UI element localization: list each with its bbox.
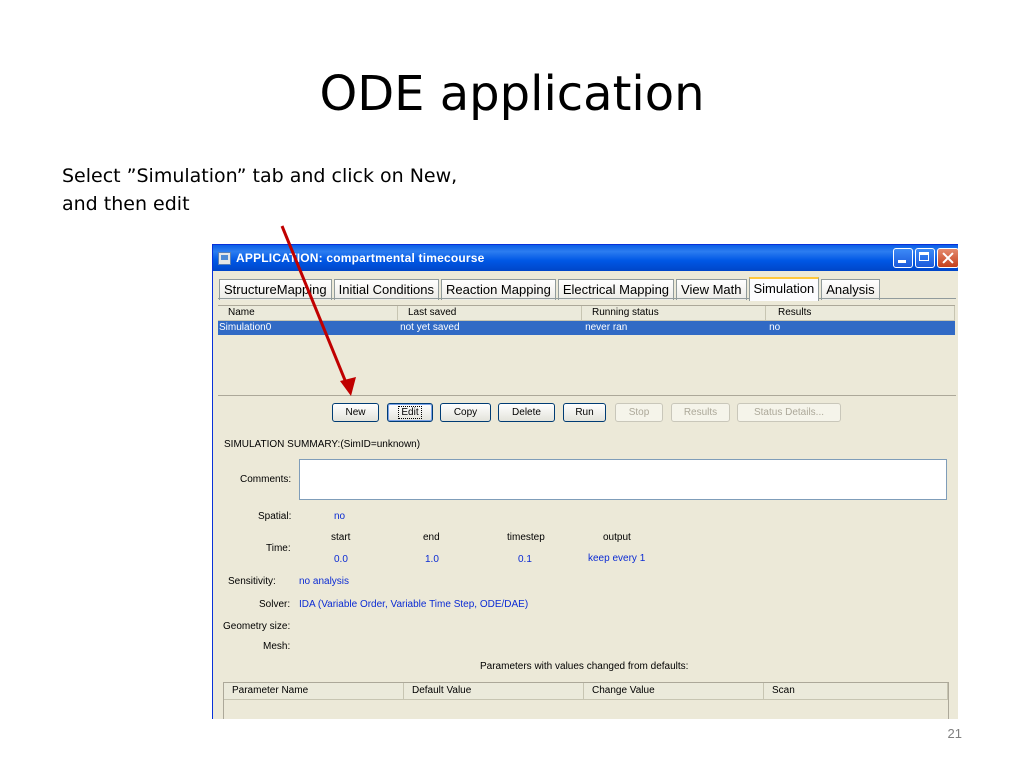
slide-instruction: Select ”Simulation” tab and click on New… [62, 162, 542, 218]
table-row[interactable]: Simulation0 not yet saved never ran no [218, 321, 955, 335]
time-header-end: end [423, 532, 440, 543]
time-header-output: output [603, 532, 631, 543]
instruction-line-2: and then edit [62, 193, 190, 215]
status-details-button[interactable]: Status Details... [737, 403, 841, 422]
tab-reaction-mapping[interactable]: Reaction Mapping [441, 279, 556, 300]
time-label: Time: [266, 543, 291, 554]
comments-field[interactable] [299, 459, 947, 500]
tab-view-math[interactable]: View Math [676, 279, 747, 300]
results-button[interactable]: Results [671, 403, 730, 422]
simulation-summary-heading: SIMULATION SUMMARY:(SimID=unknown) [224, 439, 421, 450]
application-window: APPLICATION: compartmental timecourse St… [212, 244, 958, 719]
stop-button[interactable]: Stop [615, 403, 663, 422]
app-window-icon[interactable] [218, 251, 231, 265]
col-header-running-status[interactable]: Running status [582, 306, 766, 320]
instruction-line-1: Select ”Simulation” tab and click on New… [62, 165, 458, 187]
edit-button[interactable]: Edit [387, 403, 433, 422]
spatial-label: Spatial: [258, 511, 292, 522]
delete-button[interactable]: Delete [498, 403, 555, 422]
sensitivity-value: no analysis [299, 576, 350, 587]
edit-button-label: Edit [398, 406, 422, 419]
time-end-value: 1.0 [425, 554, 439, 565]
tab-structure-mapping[interactable]: StructureMapping [219, 279, 332, 300]
cell-name: Simulation0 [219, 322, 272, 333]
solver-value: IDA (Variable Order, Variable Time Step,… [299, 599, 529, 610]
cell-results: no [769, 322, 781, 333]
minimize-icon[interactable] [893, 248, 913, 268]
spatial-value: no [334, 511, 346, 522]
tab-simulation[interactable]: Simulation [748, 277, 820, 301]
time-header-timestep: timestep [507, 532, 545, 543]
new-button[interactable]: New [332, 403, 379, 422]
mesh-label: Mesh: [263, 641, 291, 652]
col-header-default-value[interactable]: Default Value [404, 683, 584, 699]
tab-initial-conditions[interactable]: Initial Conditions [333, 279, 440, 300]
sensitivity-label: Sensitivity: [228, 576, 276, 587]
time-start-value: 0.0 [334, 554, 348, 565]
col-header-results[interactable]: Results [766, 306, 955, 320]
simulations-table-header: Name Last saved Running status Results [218, 306, 955, 321]
time-header-start: start [331, 532, 351, 543]
tab-electrical-mapping[interactable]: Electrical Mapping [557, 279, 675, 300]
col-header-parameter-name[interactable]: Parameter Name [224, 683, 404, 699]
simulations-table: Name Last saved Running status Results S… [218, 305, 955, 394]
window-title: APPLICATION: compartmental timecourse [236, 251, 485, 265]
geometry-size-label: Geometry size: [223, 621, 291, 632]
tab-analysis[interactable]: Analysis [821, 279, 880, 300]
time-output-value: keep every 1 [588, 553, 646, 564]
cell-last-saved: not yet saved [400, 322, 460, 333]
copy-button[interactable]: Copy [440, 403, 491, 422]
comments-label: Comments: [240, 474, 292, 485]
cell-running-status: never ran [585, 322, 628, 333]
col-header-change-value[interactable]: Change Value [584, 683, 764, 699]
parameters-table-header: Parameter Name Default Value Change Valu… [224, 683, 948, 700]
slide-page-number: 21 [947, 726, 962, 741]
tab-divider [218, 298, 956, 299]
parameters-table: Parameter Name Default Value Change Valu… [223, 682, 949, 719]
solver-label: Solver: [259, 599, 291, 610]
col-header-scan[interactable]: Scan [764, 683, 948, 699]
time-timestep-value: 0.1 [518, 554, 532, 565]
tab-bar: StructureMapping Initial Conditions Reac… [219, 277, 882, 301]
window-titlebar[interactable]: APPLICATION: compartmental timecourse [213, 245, 958, 271]
maximize-icon[interactable] [915, 248, 935, 268]
slide-title: ODE application [319, 66, 705, 122]
col-header-name[interactable]: Name [218, 306, 398, 320]
run-button[interactable]: Run [563, 403, 606, 422]
parameters-caption: Parameters with values changed from defa… [480, 661, 689, 672]
split-divider[interactable] [218, 395, 956, 396]
close-icon[interactable] [937, 248, 958, 268]
col-header-last-saved[interactable]: Last saved [398, 306, 582, 320]
